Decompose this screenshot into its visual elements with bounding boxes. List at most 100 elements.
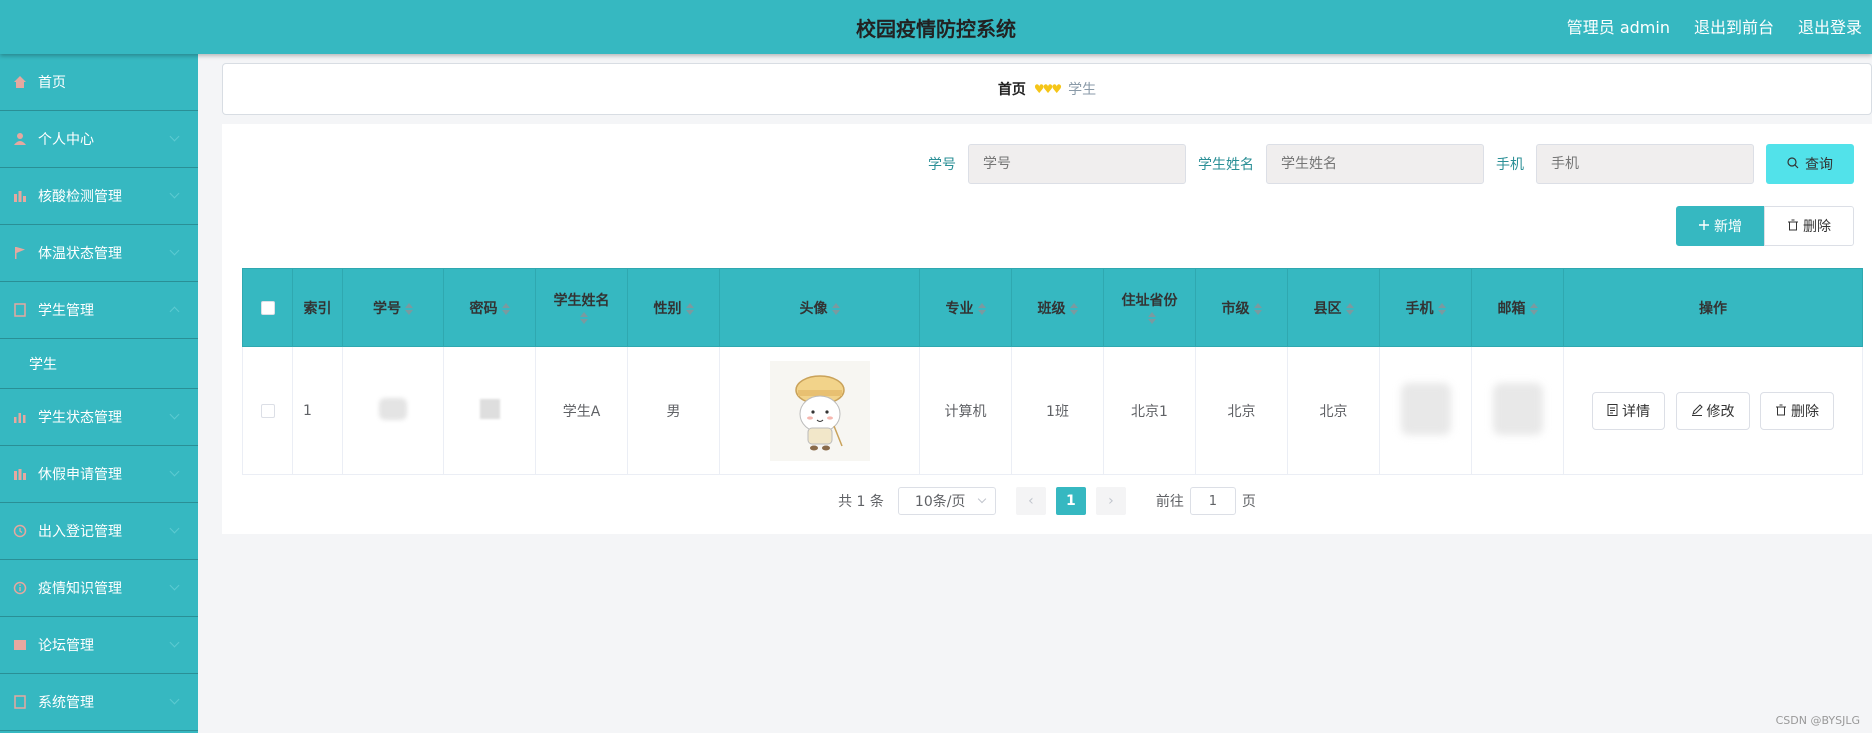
delete-button-label: 删除 bbox=[1790, 402, 1819, 419]
row-checkbox[interactable] bbox=[260, 403, 275, 418]
logout-link[interactable]: 退出登录 bbox=[1798, 14, 1862, 38]
chevron-down-icon bbox=[169, 188, 180, 199]
clock-icon bbox=[12, 523, 28, 539]
sort-icon[interactable] bbox=[1069, 302, 1078, 315]
header-phone[interactable]: 手机 bbox=[1379, 268, 1472, 347]
sidebar-item-system[interactable]: 系统管理 bbox=[0, 674, 198, 731]
cell-province: 北京1 bbox=[1103, 346, 1196, 475]
delete-button[interactable]: 删除 bbox=[1759, 391, 1834, 430]
header-province[interactable]: 住址省份 bbox=[1103, 268, 1196, 347]
total-count: 共 1 条 bbox=[838, 494, 884, 510]
sort-icon[interactable] bbox=[579, 311, 588, 324]
sidebar-item-leave-application[interactable]: 休假申请管理 bbox=[0, 446, 198, 503]
search-bar: 学号 学生姓名 手机 查询 bbox=[928, 144, 1854, 184]
chevron-down-icon bbox=[169, 245, 180, 256]
pagination: 共 1 条 10条/页 ‹ 1 › 前往 页 bbox=[222, 487, 1872, 515]
sort-icon[interactable] bbox=[831, 302, 840, 315]
sidebar-subitem-student[interactable]: 学生 bbox=[0, 339, 198, 389]
flag-icon bbox=[12, 245, 28, 261]
sidebar-item-label: 疫情知识管理 bbox=[38, 581, 122, 597]
page-number[interactable]: 1 bbox=[1055, 487, 1086, 515]
next-page-button[interactable]: › bbox=[1095, 487, 1126, 515]
chevron-down-icon bbox=[169, 466, 180, 477]
student-table: 索引 学号 密码 学生姓名 性别 头像 专业 班级 住址省份 市级 县区 手机 … bbox=[242, 268, 1863, 475]
cell-class: 1班 bbox=[1011, 346, 1104, 475]
sidebar-item-personal-center[interactable]: 个人中心 bbox=[0, 111, 198, 168]
sidebar-item-student-status[interactable]: 学生状态管理 bbox=[0, 389, 198, 446]
sidebar-item-label: 首页 bbox=[38, 75, 66, 91]
sort-icon[interactable] bbox=[685, 302, 694, 315]
row-select-cell[interactable] bbox=[242, 346, 293, 475]
trash-icon bbox=[1775, 403, 1787, 419]
sidebar-item-label: 论坛管理 bbox=[38, 638, 94, 654]
detail-button[interactable]: 详情 bbox=[1592, 391, 1666, 430]
redacted-value bbox=[479, 398, 500, 419]
plus-icon bbox=[1698, 218, 1710, 234]
detail-button-label: 详情 bbox=[1622, 402, 1651, 419]
sort-icon[interactable] bbox=[1253, 302, 1262, 315]
header-email[interactable]: 邮箱 bbox=[1471, 268, 1564, 347]
sort-icon[interactable] bbox=[1345, 302, 1354, 315]
header-city[interactable]: 市级 bbox=[1195, 268, 1288, 347]
chevron-down-icon bbox=[169, 694, 180, 705]
sidebar-item-label: 学生管理 bbox=[38, 303, 94, 319]
batch-delete-button[interactable]: 删除 bbox=[1764, 206, 1854, 246]
chevron-down-icon bbox=[169, 580, 180, 591]
select-all-header[interactable] bbox=[242, 268, 293, 347]
sidebar-item-label: 个人中心 bbox=[38, 132, 94, 148]
edit-button[interactable]: 修改 bbox=[1675, 391, 1750, 430]
breadcrumb-home[interactable]: 首页 bbox=[998, 79, 1026, 99]
goto-label: 前往 bbox=[1155, 494, 1184, 510]
header-avatar[interactable]: 头像 bbox=[719, 268, 920, 347]
student-name-input[interactable] bbox=[1266, 144, 1484, 184]
sidebar-item-nucleic-test[interactable]: 核酸检测管理 bbox=[0, 168, 198, 225]
search-button[interactable]: 查询 bbox=[1766, 144, 1854, 184]
sort-icon[interactable] bbox=[405, 302, 413, 315]
header-major[interactable]: 专业 bbox=[919, 268, 1012, 347]
header-password[interactable]: 密码 bbox=[443, 268, 536, 347]
watermark: CSDN @BYSJLG bbox=[1775, 714, 1860, 727]
sidebar-item-forum[interactable]: 论坛管理 bbox=[0, 617, 198, 674]
redacted-value bbox=[1492, 382, 1543, 435]
sidebar-item-access-registration[interactable]: 出入登记管理 bbox=[0, 503, 198, 560]
student-id-input[interactable] bbox=[968, 144, 1186, 184]
table-header-row: 索引 学号 密码 学生姓名 性别 头像 专业 班级 住址省份 市级 县区 手机 … bbox=[242, 268, 1863, 347]
top-header: 校园疫情防控系统 管理员 admin 退出到前台 退出登录 bbox=[0, 0, 1872, 54]
header-class[interactable]: 班级 bbox=[1011, 268, 1104, 347]
header-actions: 操作 bbox=[1563, 268, 1863, 347]
goto-page-input[interactable] bbox=[1189, 487, 1236, 515]
add-button[interactable]: 新增 bbox=[1676, 206, 1764, 246]
exit-to-front-link[interactable]: 退出到前台 bbox=[1694, 14, 1774, 38]
breadcrumb-current: 学生 bbox=[1068, 82, 1097, 98]
phone-input[interactable] bbox=[1536, 144, 1754, 184]
info-icon bbox=[12, 580, 28, 596]
heart-separator-icon: ♥♥♥ bbox=[1033, 82, 1062, 96]
sidebar-item-student-management[interactable]: 学生管理 bbox=[0, 282, 198, 339]
chevron-up-icon bbox=[169, 306, 180, 317]
sidebar-item-temperature[interactable]: 体温状态管理 bbox=[0, 225, 198, 282]
user-icon bbox=[12, 131, 28, 147]
sort-icon[interactable] bbox=[977, 302, 986, 315]
sort-icon[interactable] bbox=[1147, 311, 1156, 324]
trash-icon bbox=[1787, 218, 1799, 234]
chevron-down-icon bbox=[169, 409, 180, 420]
page-size-select[interactable]: 10条/页 bbox=[897, 487, 996, 515]
header-county[interactable]: 县区 bbox=[1287, 268, 1380, 347]
sort-icon[interactable] bbox=[501, 302, 510, 315]
sort-icon[interactable] bbox=[1437, 302, 1446, 315]
prev-page-button[interactable]: ‹ bbox=[1015, 487, 1046, 515]
cell-major: 计算机 bbox=[919, 346, 1012, 475]
sidebar-item-home[interactable]: 首页 bbox=[0, 54, 198, 111]
cell-student-name: 学生A bbox=[535, 346, 628, 475]
header-gender[interactable]: 性别 bbox=[627, 268, 720, 347]
header-student-id[interactable]: 学号 bbox=[342, 268, 444, 347]
sidebar-item-label: 休假申请管理 bbox=[38, 467, 122, 483]
select-all-checkbox[interactable] bbox=[260, 300, 275, 315]
chevron-down-icon bbox=[169, 523, 180, 534]
sort-icon[interactable] bbox=[1529, 302, 1538, 315]
header-student-name[interactable]: 学生姓名 bbox=[535, 268, 628, 347]
cell-avatar bbox=[719, 346, 920, 475]
cell-student-id bbox=[342, 346, 444, 475]
sidebar-item-epidemic-knowledge[interactable]: 疫情知识管理 bbox=[0, 560, 198, 617]
chevron-down-icon bbox=[169, 637, 180, 648]
